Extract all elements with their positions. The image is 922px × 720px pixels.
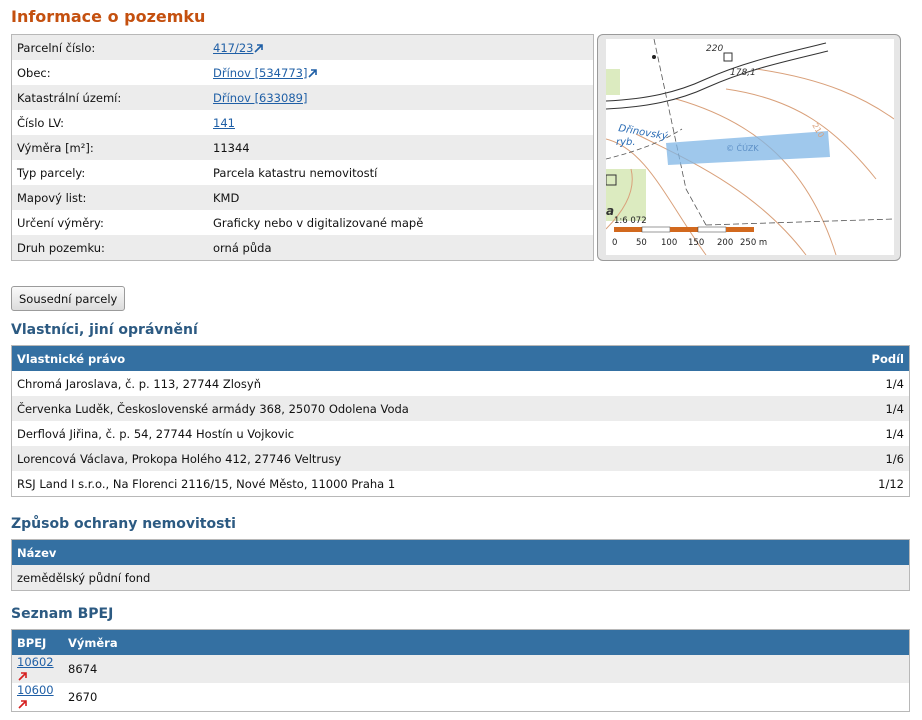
info-row-lv-number: Číslo LV: 141: [12, 110, 594, 135]
lv-number-link[interactable]: 141: [213, 116, 235, 130]
info-row-parcel-type: Typ parcely: Parcela katastru nemovitost…: [12, 160, 594, 185]
table-row: zemědělský půdní fond: [11, 565, 910, 591]
bpej-area: 2670: [63, 683, 910, 712]
info-label: Číslo LV:: [17, 115, 65, 130]
info-row-parcel-number: Parcelní číslo: 417/23: [11, 34, 594, 60]
info-row-land-type: Druh pozemku: orná půda: [11, 235, 594, 261]
info-label: Typ parcely:: [17, 165, 86, 180]
cadastral-area-link[interactable]: Dřínov [633089]: [213, 91, 307, 105]
column-header: Výměra: [63, 629, 910, 655]
map-image: 220 178,1 Dřinovský ryb. © ČÚZK 210 a 1:…: [606, 39, 894, 255]
info-row-area: Výměra [m²]: 11344: [11, 135, 594, 160]
map-green-area: [606, 69, 620, 95]
info-row-cadastral-area: Katastrální území: Dřínov [633089]: [11, 85, 594, 110]
protection-table: Název zemědělský půdní fond: [11, 539, 910, 591]
external-link-icon[interactable]: [18, 700, 27, 709]
neighbor-parcels-button[interactable]: Sousední parcely: [11, 286, 126, 311]
owner-share: 1/12: [878, 476, 904, 491]
info-value: orná půda: [208, 235, 594, 261]
bpej-area: 8674: [63, 655, 910, 683]
table-row: Chromá Jaroslava, č. p. 113, 27744 Zlosy…: [12, 371, 910, 396]
info-label: Určení výměry:: [17, 215, 104, 230]
external-link-icon[interactable]: [254, 43, 264, 53]
protection-heading: Způsob ochrany nemovitosti: [11, 516, 236, 532]
info-value: Parcela katastru nemovitostí: [213, 165, 378, 180]
owner-name: Lorencová Václava, Prokopa Holého 412, 2…: [11, 446, 823, 471]
parcel-info-table: Parcelní číslo: 417/23 Obec: Dřínov [534…: [11, 34, 594, 261]
info-row-municipality: Obec: Dřínov [534773]: [12, 60, 594, 85]
table-row: Derflová Jiřina, č. p. 54, 27744 Hostín …: [12, 421, 910, 446]
bpej-table: BPEJ Výměra 10602 8674 10600 2670: [11, 629, 910, 712]
info-value: 11344: [208, 135, 594, 160]
map-scale-ratio: 1:6 072: [614, 216, 647, 226]
info-row-map-sheet: Mapový list: KMD: [11, 185, 594, 210]
column-header: Název: [11, 539, 910, 565]
column-header: Vlastnické právo: [11, 345, 823, 371]
map-scale-label: 0: [612, 238, 617, 248]
bpej-code-link[interactable]: 10602: [17, 655, 54, 669]
owners-table: Vlastnické právo Podíl Chromá Jaroslava,…: [11, 345, 910, 497]
external-link-icon[interactable]: [18, 672, 27, 681]
info-label: Parcelní číslo:: [11, 34, 208, 60]
map-scale-label: 200: [717, 238, 733, 248]
parcel-info-page: Informace o pozemku Parcelní číslo: 417/…: [0, 0, 922, 720]
municipality-link[interactable]: Dřínov [534773]: [213, 66, 307, 80]
table-row: 10600 2670: [11, 683, 910, 712]
map-scale-label: 50: [636, 238, 647, 248]
map-elevation-label: 220: [706, 44, 723, 54]
info-value: Graficky nebo v digitalizované mapě: [213, 215, 424, 230]
info-label: Katastrální území:: [11, 85, 208, 110]
info-row-area-determination: Určení výměry: Graficky nebo v digitaliz…: [12, 210, 594, 235]
bpej-heading: Seznam BPEJ: [11, 606, 114, 622]
column-header: Podíl: [822, 345, 910, 371]
map-partial-label: a: [606, 204, 614, 218]
map-pond-label: ryb.: [616, 137, 636, 148]
owner-name: Červenka Luděk, Československé armády 36…: [11, 396, 823, 421]
owner-name: Chromá Jaroslava, č. p. 113, 27744 Zlosy…: [17, 376, 262, 391]
owner-share: 1/6: [822, 446, 910, 471]
protection-name: zemědělský půdní fond: [11, 565, 910, 591]
bpej-code-link[interactable]: 10600: [17, 683, 54, 697]
table-header-row: BPEJ Výměra: [11, 629, 910, 655]
table-header-row: Název: [11, 539, 910, 565]
info-label: Druh pozemku:: [11, 235, 208, 261]
map-scale-label: 100: [661, 238, 677, 248]
info-label: Obec:: [17, 65, 51, 80]
info-value: KMD: [208, 185, 594, 210]
map-elevation-label: 178,1: [730, 68, 756, 78]
info-label: Mapový list:: [11, 185, 208, 210]
parcel-map-preview[interactable]: 220 178,1 Dřinovský ryb. © ČÚZK 210 a 1:…: [597, 34, 901, 261]
owner-name: Derflová Jiřina, č. p. 54, 27744 Hostín …: [17, 426, 295, 441]
table-row: Lorencová Václava, Prokopa Holého 412, 2…: [11, 446, 910, 471]
owners-heading: Vlastníci, jiní oprávnění: [11, 322, 198, 338]
owner-share: 1/4: [822, 396, 910, 421]
owner-share: 1/4: [885, 426, 904, 441]
page-title: Informace o pozemku: [11, 7, 206, 26]
parcel-number-link[interactable]: 417/23: [213, 41, 253, 55]
map-scale-label: 250 m: [740, 238, 767, 248]
external-link-icon[interactable]: [308, 68, 318, 78]
owner-share: 1/4: [885, 376, 904, 391]
table-header-row: Vlastnické právo Podíl: [11, 345, 910, 371]
table-row: 10602 8674: [11, 655, 910, 683]
column-header: BPEJ: [11, 629, 63, 655]
map-watermark: © ČÚZK: [726, 142, 759, 153]
table-row: Červenka Luděk, Československé armády 36…: [11, 396, 910, 421]
map-scale-label: 150: [688, 238, 704, 248]
owner-name: RSJ Land I s.r.o., Na Florenci 2116/15, …: [17, 476, 396, 491]
info-label: Výměra [m²]:: [11, 135, 208, 160]
table-row: RSJ Land I s.r.o., Na Florenci 2116/15, …: [12, 471, 910, 497]
